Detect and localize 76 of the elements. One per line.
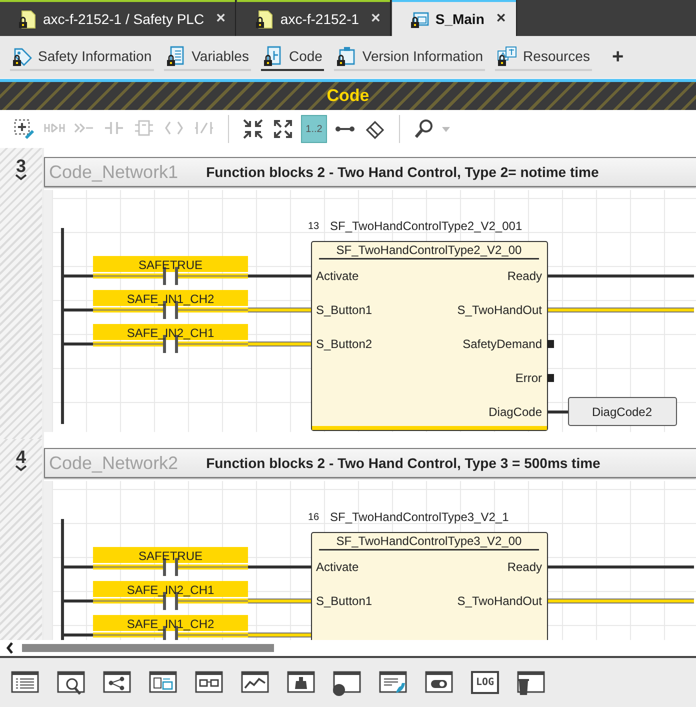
network-number: 4	[16, 449, 26, 465]
search-window-icon[interactable]	[56, 668, 86, 696]
output-variable-box[interactable]	[568, 397, 677, 426]
view-tab[interactable]: Safety Information	[10, 43, 154, 71]
pin-label: Activate	[316, 560, 359, 574]
trash-window-icon[interactable]	[516, 668, 546, 696]
record-window-icon[interactable]	[332, 668, 362, 696]
wire	[64, 566, 93, 568]
network-name: Code_Network2	[49, 452, 178, 474]
network-number: 3	[16, 158, 26, 174]
network-title: Function blocks 2 - Two Hand Control, Type 2= notime time	[206, 164, 599, 180]
locked-document-icon	[255, 10, 274, 28]
close-button[interactable]: ×	[210, 10, 226, 28]
block-index: 13	[308, 221, 320, 232]
pin-label: DiagCode	[488, 405, 542, 419]
wire	[64, 274, 93, 278]
pin-label: Activate	[316, 269, 359, 283]
pin-label: Ready	[507, 560, 542, 574]
pin-label: S_TwoHandOut	[457, 303, 542, 317]
chevron-left-icon[interactable]	[6, 642, 14, 654]
contact[interactable]	[93, 547, 248, 576]
document-tab[interactable]: axc-f-2152-1 / Safety PLC ×	[0, 0, 236, 36]
tag-icon	[12, 46, 32, 66]
contact[interactable]	[93, 290, 248, 319]
view-tab[interactable]: Version Information	[334, 43, 486, 71]
numbering-button[interactable]: 1..2	[301, 115, 327, 143]
pin-label: Error	[515, 371, 542, 385]
contact[interactable]	[93, 256, 248, 285]
translate-icon	[497, 46, 518, 66]
instance-name: SF_TwoHandControlType3_V2_1	[330, 510, 509, 524]
locked-document-icon	[18, 10, 37, 28]
wire	[64, 308, 93, 312]
section-title: Code	[326, 86, 370, 106]
wire	[64, 634, 93, 636]
variable-label: SAFETRUE	[138, 258, 202, 272]
block-type: SF_TwoHandControlType2_V2_00	[336, 243, 522, 257]
document-tab[interactable]: S_Main ×	[392, 0, 516, 36]
pin-label: S_Button1	[316, 303, 372, 317]
variable-label: DiagCode2	[592, 405, 652, 419]
view-tab[interactable]: Code	[260, 43, 324, 71]
code-document-icon	[262, 46, 283, 66]
contact[interactable]	[93, 324, 248, 353]
close-button[interactable]: ×	[490, 10, 506, 28]
wire	[64, 600, 93, 602]
variable-label: SAFE_IN2_CH1	[126, 326, 214, 340]
function-block[interactable]	[311, 241, 548, 431]
block-index: 16	[308, 512, 320, 523]
add-tab-button[interactable]: +	[604, 46, 632, 68]
variable-label: SAFE_IN1_CH2	[126, 617, 214, 631]
view-tab[interactable]: Variables	[164, 43, 251, 71]
chevron-down-icon[interactable]	[15, 465, 27, 472]
locked-window-icon	[410, 10, 430, 28]
view-tab[interactable]: Resources	[495, 43, 592, 71]
log-button[interactable]: LOG	[470, 668, 500, 696]
pin-label: S_Button2	[316, 337, 372, 351]
contact[interactable]	[93, 581, 248, 610]
pin-label: S_Button1	[316, 594, 372, 608]
block-type: SF_TwoHandControlType3_V2_00	[336, 534, 522, 548]
network-name: Code_Network1	[49, 162, 178, 182]
variable-label: SAFETRUE	[138, 549, 202, 563]
document-list-icon	[166, 46, 186, 66]
instance-name: SF_TwoHandControlType2_V2_001	[330, 219, 522, 233]
pin-label: S_TwoHandOut	[457, 594, 542, 608]
close-button[interactable]: ×	[365, 10, 380, 28]
network-title: Function blocks 2 - Two Hand Control, Type 3 = 500ms time	[206, 455, 600, 471]
pin-label: SafetyDemand	[462, 337, 542, 351]
document-tab[interactable]: axc-f-2152-1 ×	[237, 0, 390, 36]
chevron-down-icon[interactable]	[15, 174, 27, 181]
pin-label: Ready	[507, 269, 542, 283]
horizontal-scrollbar[interactable]	[0, 640, 696, 658]
scrollbar-thumb[interactable]	[22, 644, 274, 652]
clipboard-icon	[336, 46, 356, 66]
variable-label: SAFE_IN2_CH1	[126, 583, 214, 597]
function-block[interactable]	[311, 532, 548, 640]
variable-label: SAFE_IN1_CH2	[126, 292, 214, 306]
wire	[64, 342, 93, 346]
